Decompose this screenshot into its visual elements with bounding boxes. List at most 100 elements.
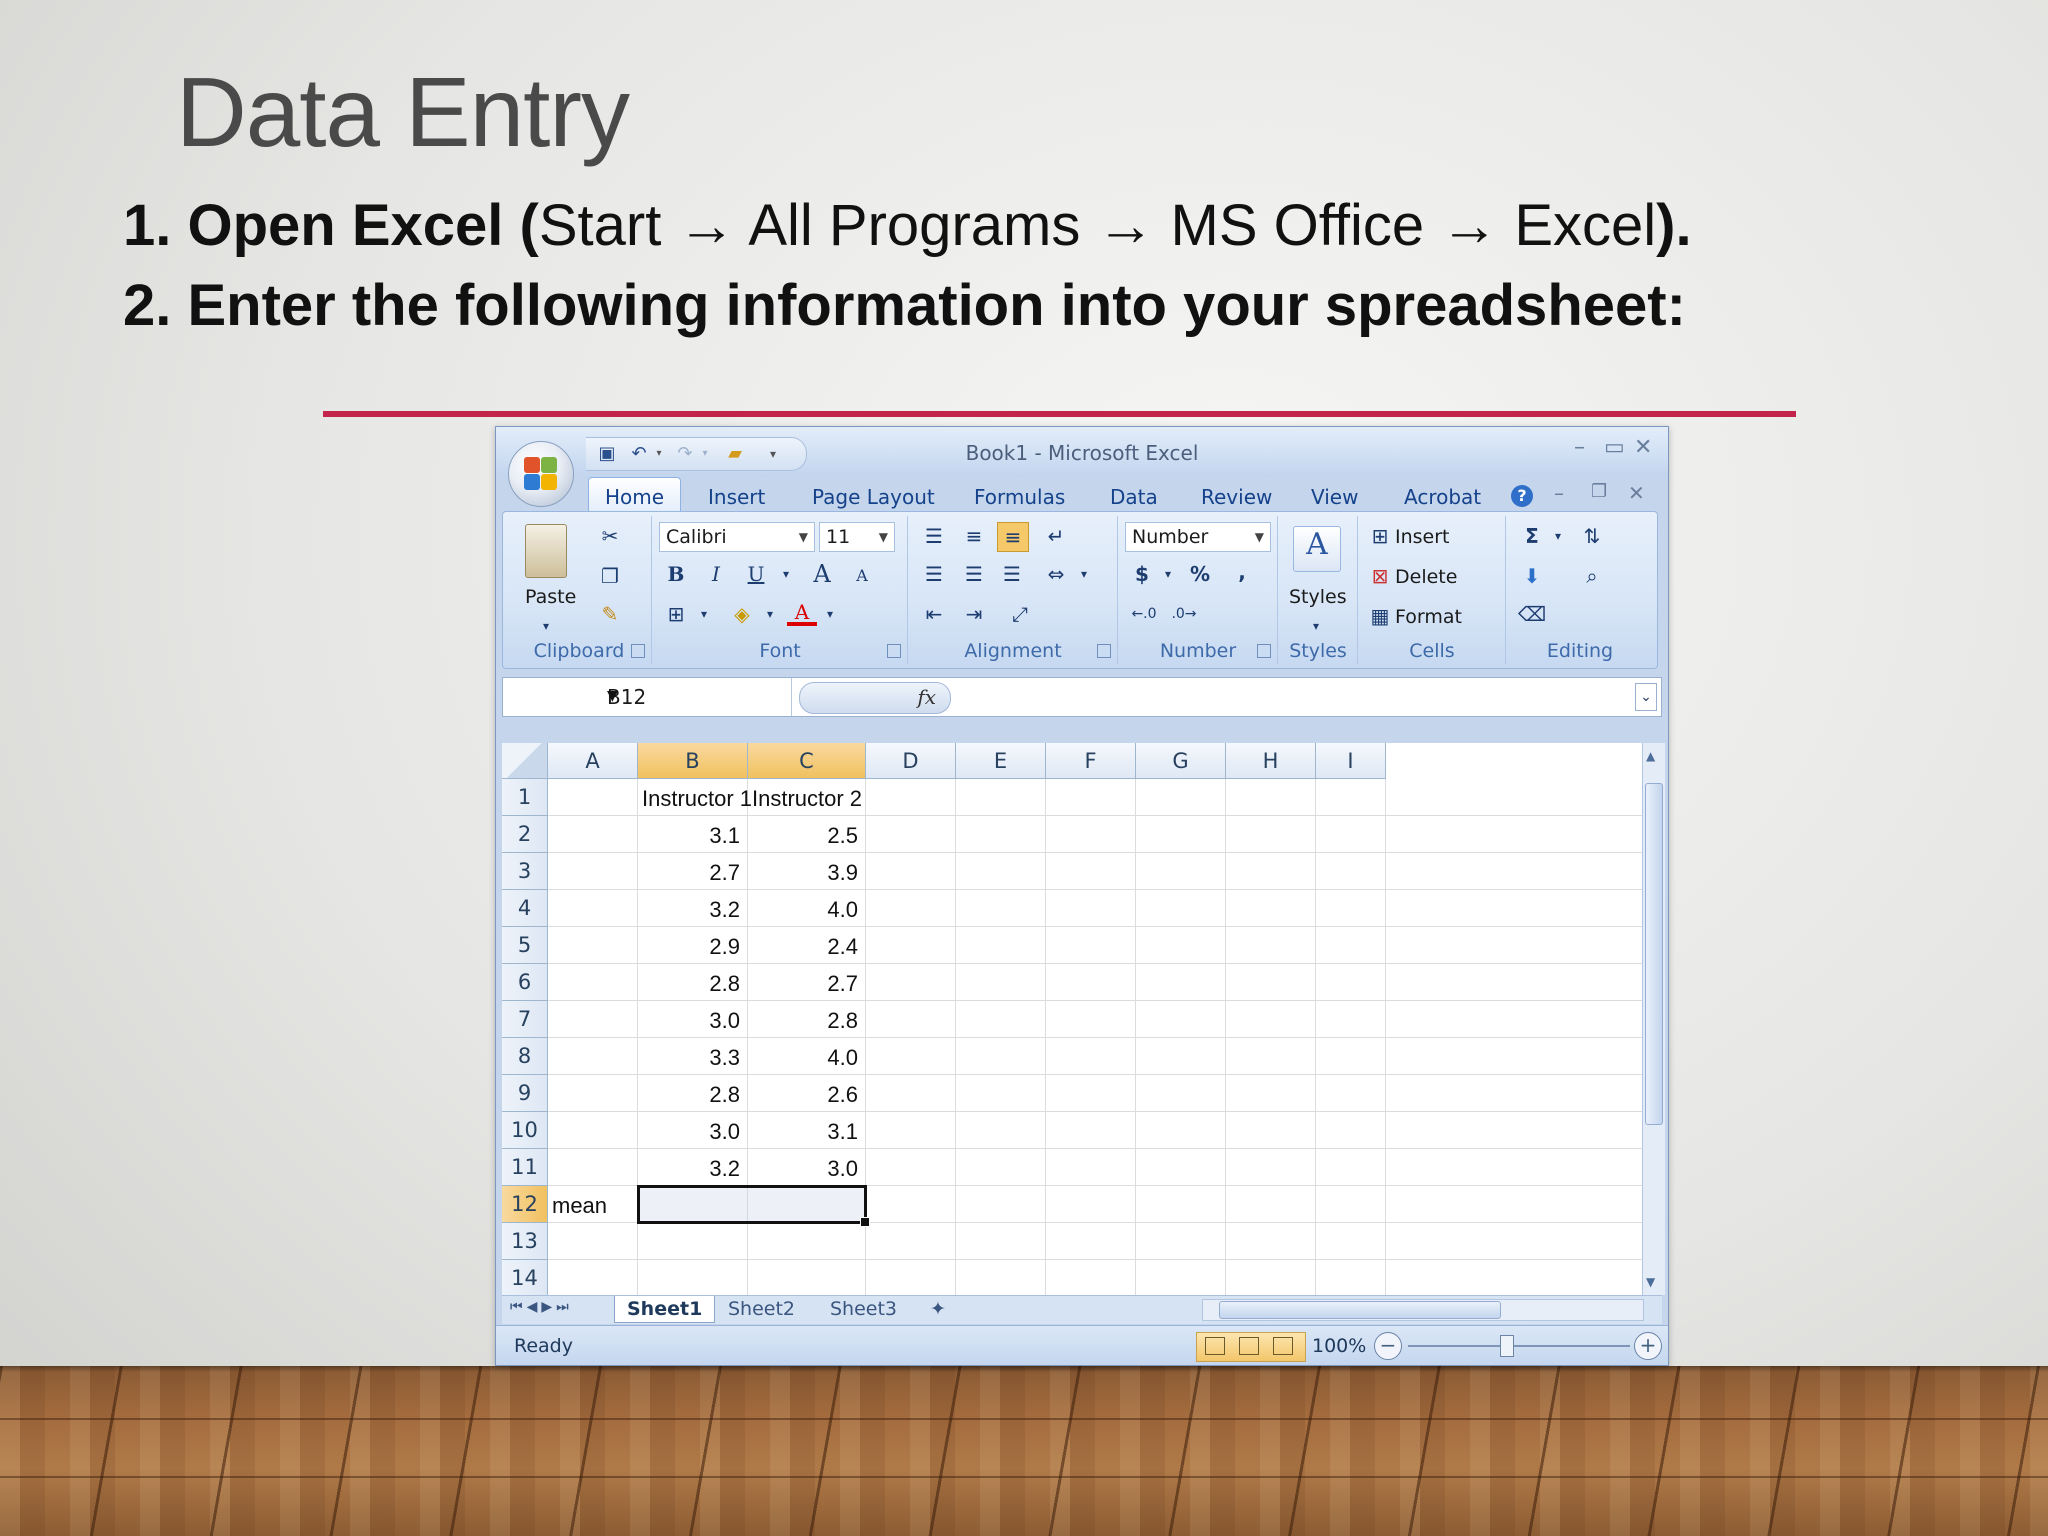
maximize-icon[interactable]: ▭ — [1604, 435, 1625, 460]
paste-icon[interactable] — [525, 524, 567, 578]
font-launcher-icon[interactable] — [887, 644, 901, 658]
worksheet-grid[interactable]: A B C D E F G H I 1 2 3 4 5 6 7 8 9 10 11 12 13 14 Instructor 1… — [502, 743, 1642, 1295]
sheet-tab-3[interactable]: Sheet3 — [818, 1296, 909, 1322]
workbook-minimize-icon[interactable]: – — [1554, 481, 1564, 505]
sort-filter-icon[interactable]: ⇅ — [1577, 522, 1607, 550]
row-header-14[interactable]: 14 — [502, 1260, 548, 1295]
zoom-level[interactable]: 100% — [1312, 1335, 1366, 1357]
align-right-icon[interactable]: ☰ — [997, 560, 1027, 588]
zoom-slider-knob[interactable] — [1500, 1335, 1514, 1357]
cell-b4[interactable]: 3.2 — [638, 897, 740, 923]
column-header-h[interactable]: H — [1226, 743, 1316, 779]
grow-font-button[interactable]: A — [807, 560, 837, 588]
alignment-launcher-icon[interactable] — [1097, 644, 1111, 658]
tab-formulas[interactable]: Formulas — [974, 485, 1065, 509]
zoom-out-button[interactable]: − — [1374, 1332, 1402, 1360]
fill-color-icon[interactable]: ◈ — [727, 600, 757, 628]
number-format-select[interactable]: Number ▼ — [1125, 522, 1271, 552]
cut-icon[interactable]: ✂ — [595, 522, 625, 550]
row-header-1[interactable]: 1 — [502, 779, 548, 816]
vertical-scroll-thumb[interactable] — [1645, 783, 1663, 1125]
decrease-indent-icon[interactable]: ⇤ — [919, 600, 949, 628]
clear-icon[interactable]: ⌫ — [1517, 600, 1547, 628]
fill-color-dropdown-icon[interactable]: ▾ — [755, 600, 785, 628]
format-cells-button[interactable]: Format — [1395, 606, 1462, 628]
cell-b10[interactable]: 3.0 — [638, 1119, 740, 1145]
cell-c3[interactable]: 3.9 — [748, 860, 858, 886]
vertical-scrollbar[interactable]: ▲ ▼ — [1642, 743, 1665, 1295]
tab-view[interactable]: View — [1311, 485, 1358, 509]
column-header-d[interactable]: D — [866, 743, 956, 779]
row-header-2[interactable]: 2 — [502, 816, 548, 853]
cell-c2[interactable]: 2.5 — [748, 823, 858, 849]
clipboard-launcher-icon[interactable] — [631, 644, 645, 658]
find-select-icon[interactable]: ⌕ — [1577, 562, 1607, 590]
number-launcher-icon[interactable] — [1257, 644, 1271, 658]
row-header-4[interactable]: 4 — [502, 890, 548, 927]
font-size-select[interactable]: 11 ▼ — [819, 522, 895, 552]
scroll-up-icon[interactable]: ▲ — [1646, 749, 1655, 763]
cell-b1[interactable]: Instructor 1 — [642, 786, 752, 812]
cell-c10[interactable]: 3.1 — [748, 1119, 858, 1145]
tab-acrobat[interactable]: Acrobat — [1404, 485, 1481, 509]
workbook-close-icon[interactable]: ✕ — [1628, 481, 1645, 505]
cell-b2[interactable]: 3.1 — [638, 823, 740, 849]
workbook-restore-icon[interactable]: ❐ — [1591, 481, 1607, 502]
row-header-5[interactable]: 5 — [502, 927, 548, 964]
cell-c4[interactable]: 4.0 — [748, 897, 858, 923]
increase-decimal-icon[interactable]: ←.0 — [1129, 600, 1159, 628]
cell-b5[interactable]: 2.9 — [638, 934, 740, 960]
align-top-icon[interactable]: ☰ — [919, 522, 949, 550]
insert-cells-icon[interactable]: ⊞ — [1365, 522, 1395, 550]
bold-button[interactable]: B — [661, 560, 691, 588]
align-left-icon[interactable]: ☰ — [919, 560, 949, 588]
cell-c9[interactable]: 2.6 — [748, 1082, 858, 1108]
row-header-12[interactable]: 12 — [502, 1186, 548, 1223]
row-header-7[interactable]: 7 — [502, 1001, 548, 1038]
row-header-10[interactable]: 10 — [502, 1112, 548, 1149]
tab-data[interactable]: Data — [1110, 485, 1158, 509]
name-box-dropdown-icon[interactable]: ▼ — [607, 688, 769, 704]
decrease-decimal-icon[interactable]: .0→ — [1169, 600, 1199, 628]
normal-view-icon[interactable] — [1205, 1337, 1225, 1355]
cell-b7[interactable]: 3.0 — [638, 1008, 740, 1034]
underline-dropdown-icon[interactable]: ▾ — [771, 560, 801, 588]
insert-function-button[interactable]: fx — [799, 682, 951, 714]
align-bottom-icon[interactable]: ≡ — [997, 522, 1029, 552]
cell-c1[interactable]: Instructor 2 — [752, 786, 862, 812]
shrink-font-button[interactable]: A — [847, 562, 877, 590]
select-all-corner[interactable] — [502, 743, 548, 779]
merge-center-icon[interactable]: ⇔ — [1041, 560, 1071, 588]
cell-c6[interactable]: 2.7 — [748, 971, 858, 997]
borders-dropdown-icon[interactable]: ▾ — [689, 600, 719, 628]
cell-b8[interactable]: 3.3 — [638, 1045, 740, 1071]
column-header-c[interactable]: C — [748, 743, 866, 779]
delete-cells-icon[interactable]: ⊠ — [1365, 562, 1395, 590]
currency-dropdown-icon[interactable]: ▾ — [1153, 560, 1183, 588]
underline-button[interactable]: U — [741, 560, 771, 588]
row-header-6[interactable]: 6 — [502, 964, 548, 1001]
font-color-icon[interactable]: A — [787, 598, 817, 626]
sheet-tab-2[interactable]: Sheet2 — [716, 1296, 807, 1322]
comma-button[interactable]: , — [1227, 558, 1257, 586]
align-center-icon[interactable]: ☰ — [959, 560, 989, 588]
horizontal-scrollbar[interactable] — [1202, 1299, 1644, 1321]
format-painter-icon[interactable]: ✎ — [595, 600, 625, 628]
column-header-i[interactable]: I — [1316, 743, 1386, 779]
paste-dropdown-icon[interactable]: ▾ — [531, 612, 561, 640]
cell-c8[interactable]: 4.0 — [748, 1045, 858, 1071]
page-layout-view-icon[interactable] — [1239, 1337, 1259, 1355]
format-cells-icon[interactable]: ▦ — [1365, 602, 1395, 630]
cell-c5[interactable]: 2.4 — [748, 934, 858, 960]
cell-b6[interactable]: 2.8 — [638, 971, 740, 997]
tab-page-layout[interactable]: Page Layout — [812, 485, 935, 509]
borders-icon[interactable]: ⊞ — [661, 600, 691, 628]
insert-cells-button[interactable]: Insert — [1395, 526, 1450, 548]
autosum-dropdown-icon[interactable]: ▾ — [1543, 522, 1573, 550]
horizontal-scroll-thumb[interactable] — [1219, 1301, 1501, 1319]
row-header-3[interactable]: 3 — [502, 853, 548, 890]
help-icon[interactable]: ? — [1511, 485, 1533, 507]
selected-range-b12-c12[interactable] — [637, 1185, 870, 1227]
fill-icon[interactable]: ⬇ — [1517, 562, 1547, 590]
cell-b3[interactable]: 2.7 — [638, 860, 740, 886]
